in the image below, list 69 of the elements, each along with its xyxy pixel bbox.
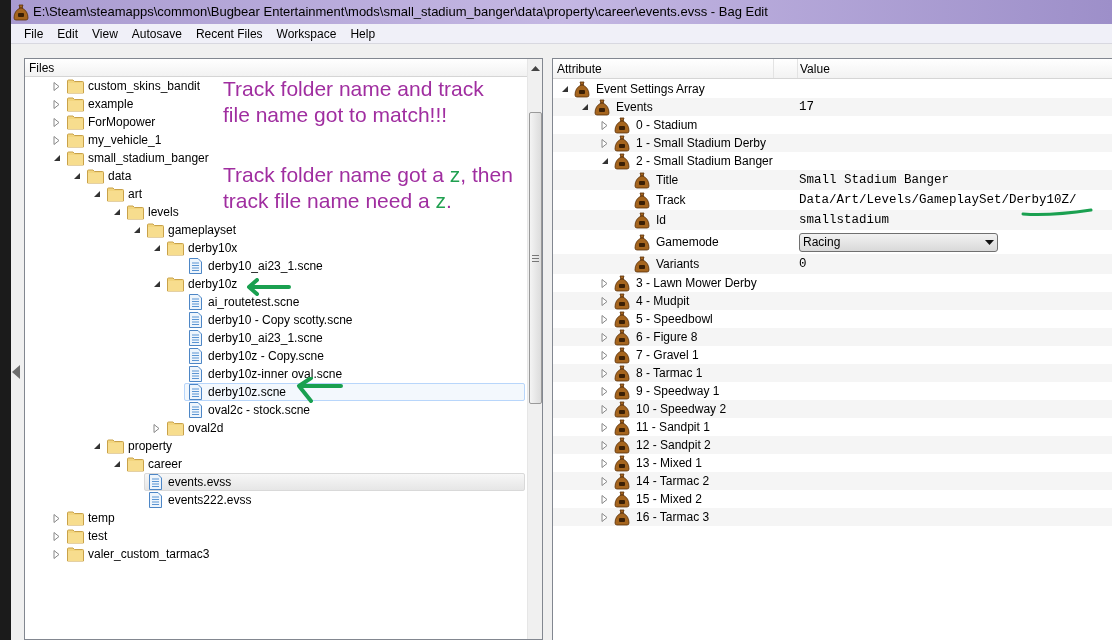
menu-item[interactable]: File [17, 24, 51, 43]
folder-entry[interactable]: custom_skins_bandit [66, 78, 202, 94]
attribute-name: Title [656, 172, 679, 189]
menu-item[interactable]: Help [343, 24, 383, 43]
attribute-value: smallstadium [799, 211, 889, 229]
attribute-name: 6 - Figure 8 [636, 329, 698, 346]
attribute-name: 0 - Stadium [636, 117, 698, 134]
menu-item[interactable]: Workspace [269, 24, 344, 43]
folder-entry[interactable]: gameplayset [146, 222, 238, 238]
attribute-value: 0 [799, 255, 807, 273]
attribute-name: 11 - Sandpit 1 [636, 419, 710, 436]
attribute-name: Gamemode [656, 234, 719, 251]
menu-item[interactable]: Edit [50, 24, 86, 43]
attribute-name: 1 - Small Stadium Derby [636, 135, 767, 152]
gamemode-dropdown[interactable]: Racing [799, 232, 998, 252]
folder-entry[interactable]: my_vehicle_1 [66, 132, 163, 148]
attribute-name: 12 - Sandpit 2 [636, 437, 711, 454]
attribute-name: Id [656, 212, 666, 229]
folder-entry[interactable]: temp [66, 510, 116, 526]
attribute-name: 16 - Tarmac 3 [636, 509, 710, 526]
attribute-name: 13 - Mixed 1 [636, 455, 703, 472]
column-header[interactable]: Value [798, 59, 1112, 78]
attribute-name: 5 - Speedbowl [636, 311, 713, 328]
document-entry[interactable]: derby10z - Copy.scne [186, 348, 325, 364]
menu-item[interactable]: View [85, 24, 125, 43]
attribute-value: Data/Art/Levels/GameplaySet/Derby10Z/ [799, 191, 1077, 209]
attribute-name: Track [656, 192, 686, 209]
attribute-name: 10 - Speedway 2 [636, 401, 727, 418]
folder-entry[interactable]: example [66, 96, 135, 112]
menu-item[interactable]: Autosave [124, 24, 189, 43]
document-entry[interactable]: events.evss [146, 474, 233, 490]
attribute-name: 7 - Gravel 1 [636, 347, 699, 364]
folder-entry[interactable]: small_stadium_banger [66, 150, 210, 166]
folder-entry[interactable]: valer_custom_tarmac3 [66, 546, 211, 562]
folder-entry[interactable]: oval2d [166, 420, 225, 436]
folder-entry[interactable]: derby10z [166, 276, 239, 292]
attribute-value: Small Stadium Banger [799, 171, 950, 189]
folder-entry[interactable]: career [126, 456, 183, 472]
attribute-name: Event Settings Array [596, 81, 705, 98]
folder-entry[interactable]: ForMopower [66, 114, 157, 130]
document-entry[interactable]: oval2c - stock.scne [186, 402, 312, 418]
document-entry[interactable]: derby10z-inner oval.scne [186, 366, 344, 382]
document-entry[interactable]: derby10z.scne [186, 384, 288, 400]
attribute-name: 4 - Mudpit [636, 293, 690, 310]
document-entry[interactable]: ai_routetest.scne [186, 294, 301, 310]
document-entry[interactable]: derby10_ai23_1.scne [186, 258, 324, 274]
folder-entry[interactable]: data [86, 168, 133, 184]
annotation-text: Track folder name got a z, then track file name need a z. [223, 162, 513, 214]
folder-entry[interactable]: test [66, 528, 109, 544]
attribute-name: Events [616, 99, 653, 116]
attribute-name: 9 - Speedway 1 [636, 383, 720, 400]
document-entry[interactable]: derby10 - Copy scotty.scne [186, 312, 354, 328]
attribute-name: Variants [656, 256, 700, 273]
annotation-text: Track folder name and track file name got to match!!! [223, 76, 485, 128]
column-header[interactable]: Attribute [553, 59, 774, 78]
attribute-value: 17 [799, 98, 814, 116]
attribute-name: 3 - Lawn Mower Derby [636, 275, 757, 292]
attribute-name: 2 - Small Stadium Banger [636, 153, 773, 170]
document-entry[interactable]: derby10_ai23_1.scne [186, 330, 324, 346]
attribute-name: 14 - Tarmac 2 [636, 473, 710, 490]
attribute-name: 8 - Tarmac 1 [636, 365, 703, 382]
folder-entry[interactable]: art [106, 186, 143, 202]
menu-item[interactable]: Recent Files [188, 24, 270, 43]
attribute-name: 15 - Mixed 2 [636, 491, 703, 508]
window-title: E:\Steam\steamapps\common\Bugbear Entertainment\mods\small_stadium_banger\data\property\career\events.evss - Bag Edit [33, 3, 768, 22]
folder-entry[interactable]: levels [126, 204, 180, 220]
document-entry[interactable]: events222.evss [146, 492, 253, 508]
folder-entry[interactable]: derby10x [166, 240, 239, 256]
folder-entry[interactable]: property [106, 438, 174, 454]
